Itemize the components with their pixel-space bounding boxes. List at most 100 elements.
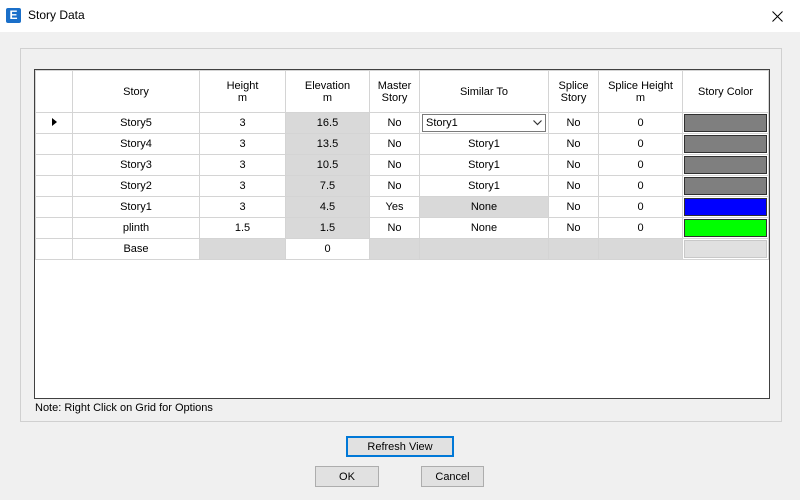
elevation-cell: 7.5 (285, 175, 370, 197)
splice-height-cell[interactable]: 0 (598, 154, 683, 176)
story-name-cell[interactable]: Story2 (72, 175, 200, 197)
similar-to-cell[interactable]: Story1 (419, 112, 549, 134)
splice-height-cell[interactable]: 0 (598, 196, 683, 218)
master-story-cell[interactable]: No (369, 154, 420, 176)
col-header-similar-to[interactable]: Similar To (419, 70, 549, 113)
splice-height-cell[interactable]: 0 (598, 133, 683, 155)
col-header-splice-height[interactable]: Splice Height m (598, 70, 683, 113)
similar-to-value: Story1 (426, 117, 458, 129)
height-cell[interactable]: 3 (199, 154, 286, 176)
elevation-cell: 1.5 (285, 217, 370, 239)
splice-height-cell[interactable]: 0 (598, 175, 683, 197)
table-row[interactable]: plinth 1.5 1.5 No None No 0 (35, 217, 769, 239)
col-header-master-story[interactable]: Master Story (369, 70, 420, 113)
row-selector[interactable] (35, 154, 73, 176)
master-story-cell[interactable]: No (369, 133, 420, 155)
col-header-story[interactable]: Story (72, 70, 200, 113)
similar-to-cell[interactable]: None (419, 196, 549, 218)
col-header-height[interactable]: Height m (199, 70, 286, 113)
title-bar: E Story Data (0, 0, 800, 32)
table-row[interactable]: Story3 3 10.5 No Story1 No 0 (35, 154, 769, 176)
col-header-splice-story[interactable]: Splice Story (548, 70, 599, 113)
story-color-cell[interactable] (682, 238, 769, 260)
story-name-cell[interactable]: Story1 (72, 196, 200, 218)
similar-to-cell[interactable]: Story1 (419, 154, 549, 176)
master-story-cell[interactable]: No (369, 217, 420, 239)
story-color-swatch[interactable] (684, 198, 767, 216)
splice-story-cell[interactable]: No (548, 175, 599, 197)
story-name-cell[interactable]: Base (72, 238, 200, 260)
story-color-swatch[interactable] (684, 156, 767, 174)
story-color-cell[interactable] (682, 133, 769, 155)
elevation-cell: 16.5 (285, 112, 370, 134)
ok-button[interactable]: OK (315, 466, 379, 487)
window-title: Story Data (28, 8, 85, 22)
row-selector[interactable] (35, 133, 73, 155)
story-color-swatch[interactable] (684, 240, 767, 258)
row-selector[interactable] (35, 112, 73, 134)
row-selector[interactable] (35, 238, 73, 260)
story-table: Story Height m Elevation m Master Story Si… (35, 70, 769, 260)
similar-to-dropdown[interactable]: Story1 (422, 114, 546, 132)
elevation-cell: 4.5 (285, 196, 370, 218)
height-cell[interactable]: 3 (199, 196, 286, 218)
story-data-grid[interactable]: Story Height m Elevation m Master Story Si… (34, 69, 770, 399)
story-color-cell[interactable] (682, 196, 769, 218)
close-button[interactable] (754, 0, 800, 32)
table-row[interactable]: Story1 3 4.5 Yes None No 0 (35, 196, 769, 218)
splice-height-cell[interactable]: 0 (598, 217, 683, 239)
story-color-cell[interactable] (682, 175, 769, 197)
height-cell[interactable]: 1.5 (199, 217, 286, 239)
story-name-cell[interactable]: Story3 (72, 154, 200, 176)
similar-to-cell[interactable]: None (419, 217, 549, 239)
splice-height-cell (598, 238, 683, 260)
table-row[interactable]: Story5 3 16.5 No Story1 No 0 (35, 112, 769, 134)
similar-to-cell (419, 238, 549, 260)
col-header-elevation[interactable]: Elevation m (285, 70, 370, 113)
table-row[interactable]: Story4 3 13.5 No Story1 No 0 (35, 133, 769, 155)
current-row-caret-icon (51, 118, 57, 126)
table-row[interactable]: Story2 3 7.5 No Story1 No 0 (35, 175, 769, 197)
refresh-view-button[interactable]: Refresh View (346, 436, 454, 457)
story-name-cell[interactable]: Story4 (72, 133, 200, 155)
row-selector[interactable] (35, 217, 73, 239)
row-selector[interactable] (35, 196, 73, 218)
table-header-row: Story Height m Elevation m Master Story Si… (35, 70, 769, 113)
elevation-cell: 13.5 (285, 133, 370, 155)
splice-height-cell[interactable]: 0 (598, 112, 683, 134)
height-cell[interactable]: 3 (199, 133, 286, 155)
master-story-cell[interactable]: No (369, 112, 420, 134)
master-story-cell (369, 238, 420, 260)
chevron-down-icon (533, 120, 542, 126)
story-name-cell[interactable]: plinth (72, 217, 200, 239)
splice-story-cell (548, 238, 599, 260)
splice-story-cell[interactable]: No (548, 112, 599, 134)
splice-story-cell[interactable]: No (548, 217, 599, 239)
story-color-cell[interactable] (682, 217, 769, 239)
splice-story-cell[interactable]: No (548, 133, 599, 155)
row-header-corner (35, 70, 73, 113)
similar-to-cell[interactable]: Story1 (419, 133, 549, 155)
col-header-story-color[interactable]: Story Color (682, 70, 769, 113)
master-story-cell[interactable]: Yes (369, 196, 420, 218)
story-name-cell[interactable]: Story5 (72, 112, 200, 134)
story-color-swatch[interactable] (684, 177, 767, 195)
elevation-cell: 10.5 (285, 154, 370, 176)
table-row[interactable]: Base 0 (35, 238, 769, 260)
master-story-cell[interactable]: No (369, 175, 420, 197)
story-color-swatch[interactable] (684, 135, 767, 153)
story-color-swatch[interactable] (684, 114, 767, 132)
story-color-cell[interactable] (682, 154, 769, 176)
story-color-swatch[interactable] (684, 219, 767, 237)
cancel-button[interactable]: Cancel (421, 466, 484, 487)
elevation-cell[interactable]: 0 (285, 238, 370, 260)
height-cell[interactable]: 3 (199, 175, 286, 197)
story-color-cell[interactable] (682, 112, 769, 134)
row-selector[interactable] (35, 175, 73, 197)
splice-story-cell[interactable]: No (548, 196, 599, 218)
height-cell (199, 238, 286, 260)
height-cell[interactable]: 3 (199, 112, 286, 134)
etabs-app-icon: E (6, 8, 21, 23)
splice-story-cell[interactable]: No (548, 154, 599, 176)
similar-to-cell[interactable]: Story1 (419, 175, 549, 197)
